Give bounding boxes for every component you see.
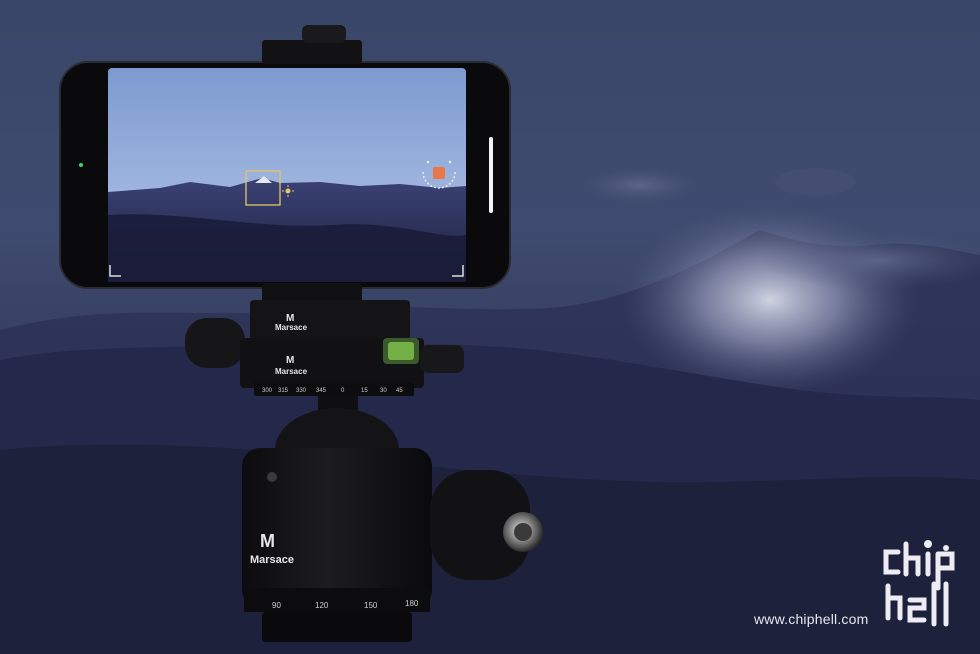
logo-m-top: M (286, 313, 294, 324)
watermark-url: www.chiphell.com (754, 611, 869, 627)
logo-m-ballhead: M (260, 531, 275, 551)
svg-text:90: 90 (272, 601, 281, 610)
brand-middle-text: Marsace (275, 367, 308, 376)
svg-text:315: 315 (278, 388, 289, 394)
svg-text:45: 45 (396, 388, 403, 394)
photo-scene: Marsace Marsace M M 300 315 330 345 0 15… (0, 25, 980, 654)
svg-text:345: 345 (316, 388, 327, 394)
smartphone (59, 61, 511, 289)
brand-top-text: Marsace (275, 323, 308, 332)
svg-text:150: 150 (364, 601, 378, 610)
svg-text:15: 15 (361, 388, 368, 394)
svg-text:30: 30 (380, 388, 387, 394)
indicator-dot (79, 163, 83, 167)
brand-ballhead-text: Marsace (250, 554, 294, 566)
svg-text:330: 330 (296, 388, 307, 394)
logo-m-middle: M (286, 355, 294, 366)
svg-text:120: 120 (315, 601, 329, 610)
edge-light (489, 137, 493, 213)
svg-text:180: 180 (405, 599, 419, 608)
svg-text:300: 300 (262, 388, 273, 394)
